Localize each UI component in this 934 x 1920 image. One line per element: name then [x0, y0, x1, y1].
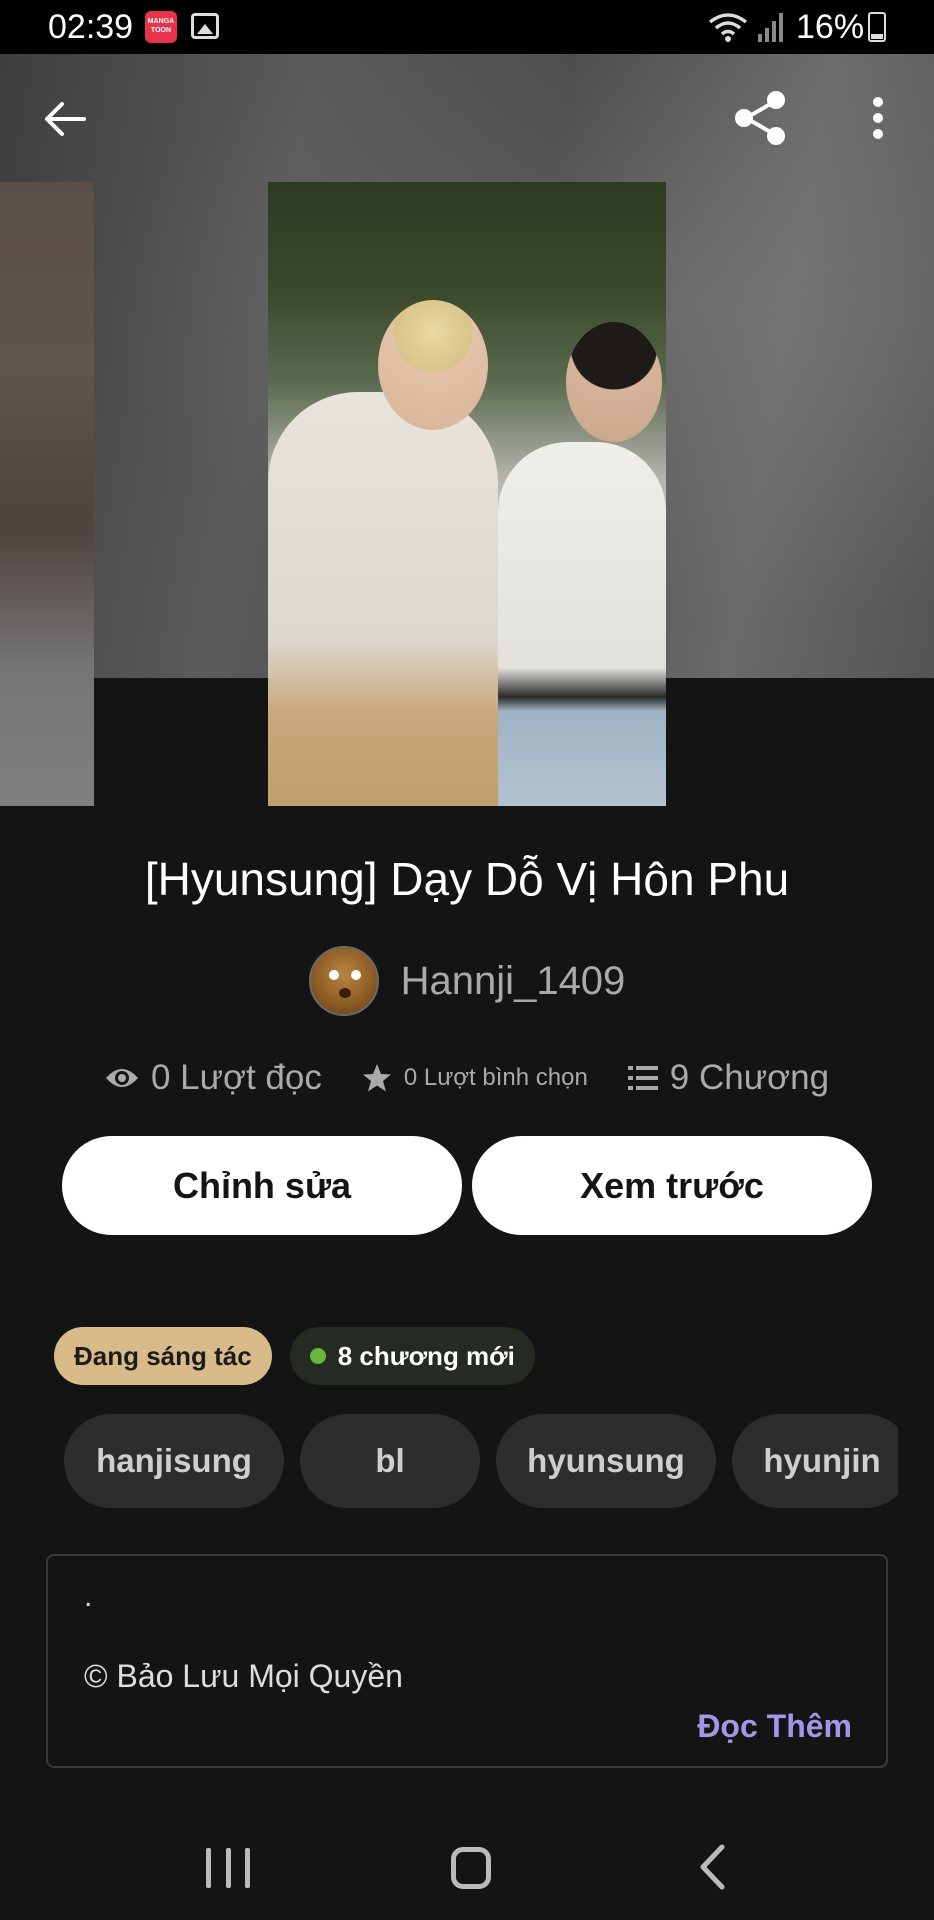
stat-reads: 0 Lượt đọc — [105, 1058, 322, 1098]
author-row[interactable]: Hannji_1409 — [0, 944, 934, 1018]
recents-icon — [206, 1848, 211, 1888]
book-cover-image[interactable] — [268, 182, 666, 806]
new-chapters-label: 8 chương mới — [337, 1340, 515, 1371]
preview-button[interactable]: Xem trước — [472, 1136, 872, 1235]
status-badge: Đang sáng tác — [54, 1327, 272, 1385]
description-copyright: © Bảo Lưu Mọi Quyền — [84, 1658, 403, 1694]
stat-chapters: 9 Chương — [627, 1058, 830, 1098]
book-title: [Hyunsung] Dạy Dỗ Vị Hôn Phu — [144, 853, 790, 905]
back-button[interactable] — [38, 92, 92, 146]
status-bar: 02:39 MANGA TOON 16% — [0, 0, 934, 54]
wifi-icon — [708, 13, 748, 42]
mangatoon-notification-icon: MANGA TOON — [145, 11, 177, 43]
stats-row: 0 Lượt đọc 0 Lượt bình chọn 9 Chương — [0, 1050, 934, 1106]
recents-button[interactable] — [206, 1848, 250, 1888]
author-name[interactable]: Hannji_1409 — [401, 959, 626, 1004]
share-button[interactable] — [730, 88, 790, 148]
new-dot-icon — [309, 1348, 326, 1364]
tag-chip[interactable]: bl — [300, 1414, 480, 1508]
tag-chip[interactable]: hanjisung — [64, 1414, 284, 1508]
gallery-notification-icon — [191, 13, 219, 39]
tag-chip[interactable]: hyunjin — [732, 1414, 898, 1508]
signal-icon — [758, 13, 783, 42]
battery-percent: 16% — [796, 8, 865, 46]
previous-cover-image[interactable] — [0, 182, 94, 806]
author-avatar[interactable] — [308, 946, 379, 1016]
more-vert-icon — [873, 97, 883, 139]
battery-icon — [868, 12, 886, 42]
system-nav-bar — [0, 1800, 934, 1920]
badges-row: Đang sáng tác 8 chương mới — [54, 1326, 535, 1386]
description-line: . — [84, 1580, 93, 1613]
cover-head-right — [566, 322, 662, 442]
cover-figure-left — [268, 392, 498, 806]
reads-count: 0 Lượt đọc — [150, 1058, 322, 1097]
chapters-count: 9 Chương — [669, 1058, 830, 1097]
read-more-link[interactable]: Đọc Thêm — [697, 1708, 852, 1745]
system-back-icon[interactable] — [698, 1844, 726, 1890]
list-icon — [627, 1066, 658, 1090]
eye-icon — [105, 1069, 138, 1087]
votes-count: 0 Lượt bình chọn — [403, 1064, 588, 1091]
back-arrow-icon — [45, 102, 86, 136]
new-chapters-badge: 8 chương mới — [289, 1327, 535, 1385]
stat-votes: 0 Lượt bình chọn — [362, 1063, 588, 1093]
tag-chip[interactable]: hyunsung — [496, 1414, 716, 1508]
description-box: . © Bảo Lưu Mọi Quyền Đọc Thêm — [46, 1554, 888, 1768]
home-button[interactable] — [451, 1847, 491, 1889]
star-icon — [362, 1064, 391, 1092]
tags-list[interactable]: hanjisung bl hyunsung hyunjin — [64, 1414, 898, 1508]
cover-figure-right — [498, 442, 666, 806]
edit-button[interactable]: Chỉnh sửa — [62, 1136, 462, 1235]
more-options-button[interactable] — [858, 88, 898, 148]
cover-head-left — [378, 300, 488, 430]
status-time: 02:39 — [48, 8, 134, 46]
share-icon — [735, 91, 785, 145]
